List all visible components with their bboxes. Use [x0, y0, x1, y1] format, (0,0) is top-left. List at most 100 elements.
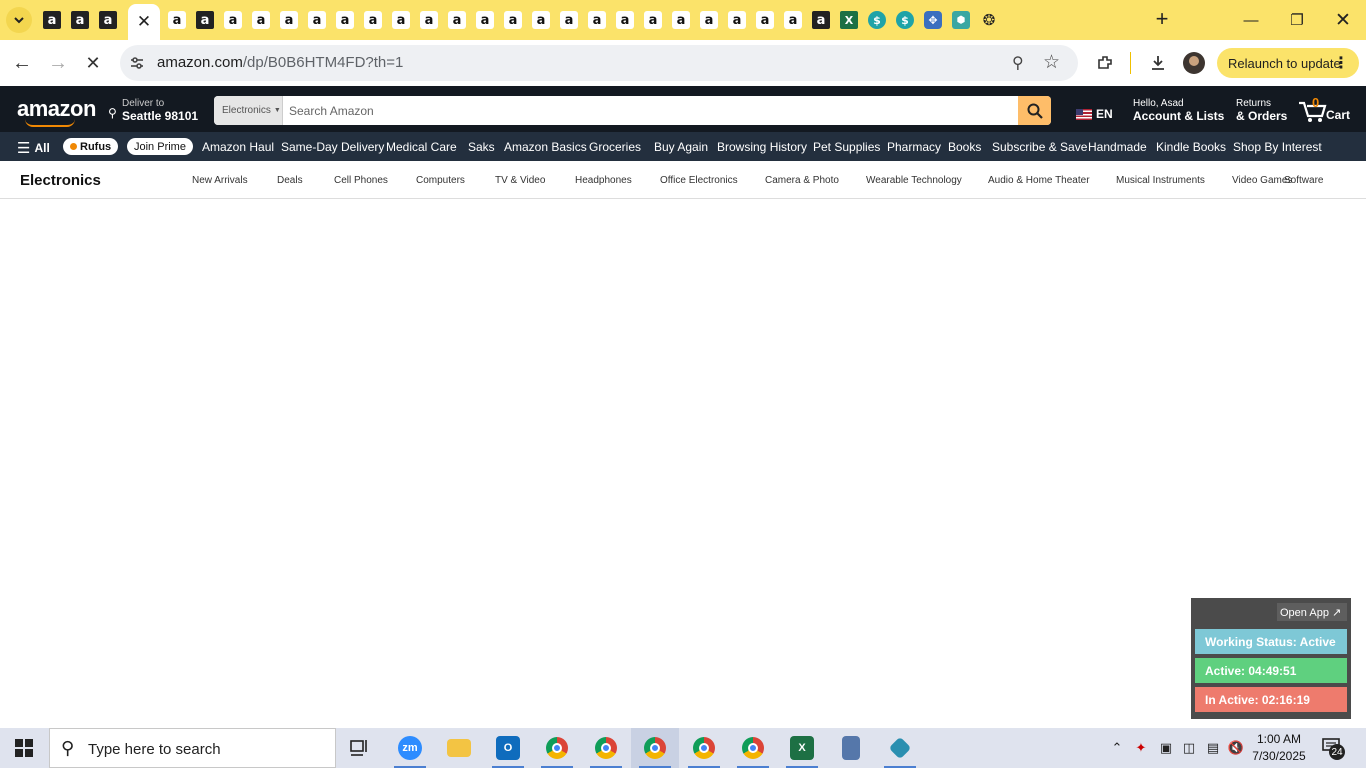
- browser-tab[interactable]: a: [585, 8, 609, 32]
- browser-tab[interactable]: a: [613, 8, 637, 32]
- nav-link[interactable]: Shop By Interest: [1233, 140, 1322, 154]
- returns-orders[interactable]: Returns & Orders: [1236, 98, 1287, 123]
- browser-tab[interactable]: ❂: [977, 8, 1001, 32]
- browser-tab[interactable]: a: [305, 8, 329, 32]
- nav-link[interactable]: Handmade: [1088, 140, 1147, 154]
- battery-icon[interactable]: ◫: [1178, 728, 1200, 768]
- browser-tab[interactable]: ⬢: [949, 8, 973, 32]
- subnav-link[interactable]: Cell Phones: [334, 175, 388, 186]
- nav-link[interactable]: Pet Supplies: [813, 140, 880, 154]
- browser-tab[interactable]: a: [193, 8, 217, 32]
- browser-tab[interactable]: a: [277, 8, 301, 32]
- taskbar-excel[interactable]: X: [778, 728, 826, 768]
- screen-tray-icon[interactable]: ▣: [1155, 728, 1177, 768]
- stop-loading-button[interactable]: ✕: [80, 50, 106, 76]
- subnav-link[interactable]: Deals: [277, 175, 303, 186]
- nav-link[interactable]: Pharmacy: [887, 140, 941, 154]
- browser-tab[interactable]: a: [96, 8, 120, 32]
- more-menu-icon[interactable]: ⋮: [1333, 53, 1349, 73]
- address-bar[interactable]: amazon.com/dp/B0B6HTM4FD?th=1 ⚲ ☆: [120, 45, 1078, 81]
- forward-button[interactable]: →: [45, 50, 71, 76]
- acrobat-tray-icon[interactable]: ✦: [1130, 728, 1152, 768]
- cart-button[interactable]: 0 Cart: [1298, 95, 1354, 124]
- new-tab-button[interactable]: +: [1150, 8, 1174, 32]
- start-button[interactable]: [0, 728, 48, 768]
- all-menu-button[interactable]: ☰ All: [17, 139, 50, 157]
- subnav-link[interactable]: TV & Video: [495, 175, 545, 186]
- extensions-icon[interactable]: [1094, 52, 1116, 74]
- subnav-link[interactable]: Computers: [416, 175, 465, 186]
- browser-tab[interactable]: a: [165, 8, 189, 32]
- account-lists[interactable]: Hello, Asad Account & Lists: [1133, 98, 1224, 123]
- taskbar-outlook[interactable]: O: [484, 728, 532, 768]
- search-submit-button[interactable]: [1018, 96, 1051, 125]
- browser-tab[interactable]: $: [865, 8, 889, 32]
- nav-link[interactable]: Buy Again: [654, 140, 708, 154]
- taskbar-zoom[interactable]: zm: [386, 728, 434, 768]
- url-text[interactable]: amazon.com/dp/B0B6HTM4FD?th=1: [157, 54, 403, 71]
- subnav-link[interactable]: Software: [1284, 175, 1323, 186]
- browser-tab[interactable]: a: [221, 8, 245, 32]
- taskbar-app[interactable]: [876, 728, 924, 768]
- notification-center-button[interactable]: 24: [1322, 738, 1345, 760]
- subnav-link[interactable]: New Arrivals: [192, 175, 248, 186]
- nav-link[interactable]: Saks: [468, 140, 495, 154]
- nav-link[interactable]: Amazon Haul: [202, 140, 274, 154]
- taskbar-search[interactable]: ⚲ Type here to search: [49, 728, 336, 768]
- subnav-link[interactable]: Musical Instruments: [1116, 175, 1205, 186]
- subnav-link[interactable]: Camera & Photo: [765, 175, 839, 186]
- browser-tab[interactable]: a: [529, 8, 553, 32]
- nav-link[interactable]: Amazon Basics: [504, 140, 587, 154]
- taskbar-chrome-5[interactable]: [729, 728, 777, 768]
- browser-tab[interactable]: a: [40, 8, 64, 32]
- nav-link[interactable]: Same-Day Delivery: [281, 140, 384, 154]
- browser-tab[interactable]: a: [445, 8, 469, 32]
- bookmark-star-icon[interactable]: ☆: [1043, 51, 1060, 74]
- nav-link[interactable]: Groceries: [589, 140, 641, 154]
- nav-link[interactable]: Books: [948, 140, 981, 154]
- browser-tab[interactable]: a: [361, 8, 385, 32]
- taskbar-chrome-2[interactable]: [582, 728, 630, 768]
- nav-link[interactable]: Kindle Books: [1156, 140, 1226, 154]
- subnav-link[interactable]: Headphones: [575, 175, 632, 186]
- browser-tab[interactable]: a: [473, 8, 497, 32]
- amazon-logo[interactable]: amazon: [17, 96, 96, 127]
- browser-tab[interactable]: X: [837, 8, 861, 32]
- zoom-icon[interactable]: ⚲: [1012, 53, 1024, 73]
- browser-tab[interactable]: a: [753, 8, 777, 32]
- search-category-select[interactable]: Electronics ▼: [214, 96, 283, 125]
- subnav-title[interactable]: Electronics: [20, 172, 101, 189]
- browser-tab[interactable]: a: [781, 8, 805, 32]
- taskbar-chrome-3[interactable]: [631, 728, 679, 768]
- show-hidden-icons-button[interactable]: ⌃: [1106, 728, 1128, 768]
- task-view-button[interactable]: [336, 728, 384, 768]
- profile-avatar[interactable]: [1183, 52, 1205, 74]
- subnav-link[interactable]: Wearable Technology: [866, 175, 962, 186]
- browser-tab[interactable]: ✥: [921, 8, 945, 32]
- tab-active[interactable]: ✕: [128, 4, 160, 40]
- browser-tab[interactable]: a: [68, 8, 92, 32]
- browser-tab[interactable]: a: [669, 8, 693, 32]
- nav-link[interactable]: Medical Care: [386, 140, 457, 154]
- search-input[interactable]: [283, 96, 1018, 125]
- tab-search-button[interactable]: [6, 7, 32, 33]
- taskbar-calculator[interactable]: [827, 728, 875, 768]
- browser-tab[interactable]: a: [641, 8, 665, 32]
- taskbar-chrome-1[interactable]: [533, 728, 581, 768]
- browser-tab[interactable]: a: [249, 8, 273, 32]
- network-icon[interactable]: ▤: [1202, 728, 1224, 768]
- site-info-icon[interactable]: [128, 54, 146, 72]
- language-selector[interactable]: EN: [1076, 107, 1113, 121]
- browser-tab[interactable]: a: [697, 8, 721, 32]
- back-button[interactable]: ←: [9, 50, 35, 76]
- close-tab-icon[interactable]: ✕: [137, 12, 151, 32]
- browser-tab[interactable]: a: [809, 8, 833, 32]
- open-app-button[interactable]: Open App ↗: [1277, 603, 1347, 621]
- relaunch-to-update-button[interactable]: Relaunch to update ⋮: [1217, 48, 1359, 78]
- close-window-button[interactable]: ✕: [1320, 0, 1366, 40]
- nav-link[interactable]: Browsing History: [717, 140, 807, 154]
- subnav-link[interactable]: Audio & Home Theater: [988, 175, 1090, 186]
- join-prime-button[interactable]: Join Prime: [127, 138, 193, 155]
- taskbar-chrome-4[interactable]: [680, 728, 728, 768]
- volume-muted-icon[interactable]: 🔇: [1225, 728, 1247, 768]
